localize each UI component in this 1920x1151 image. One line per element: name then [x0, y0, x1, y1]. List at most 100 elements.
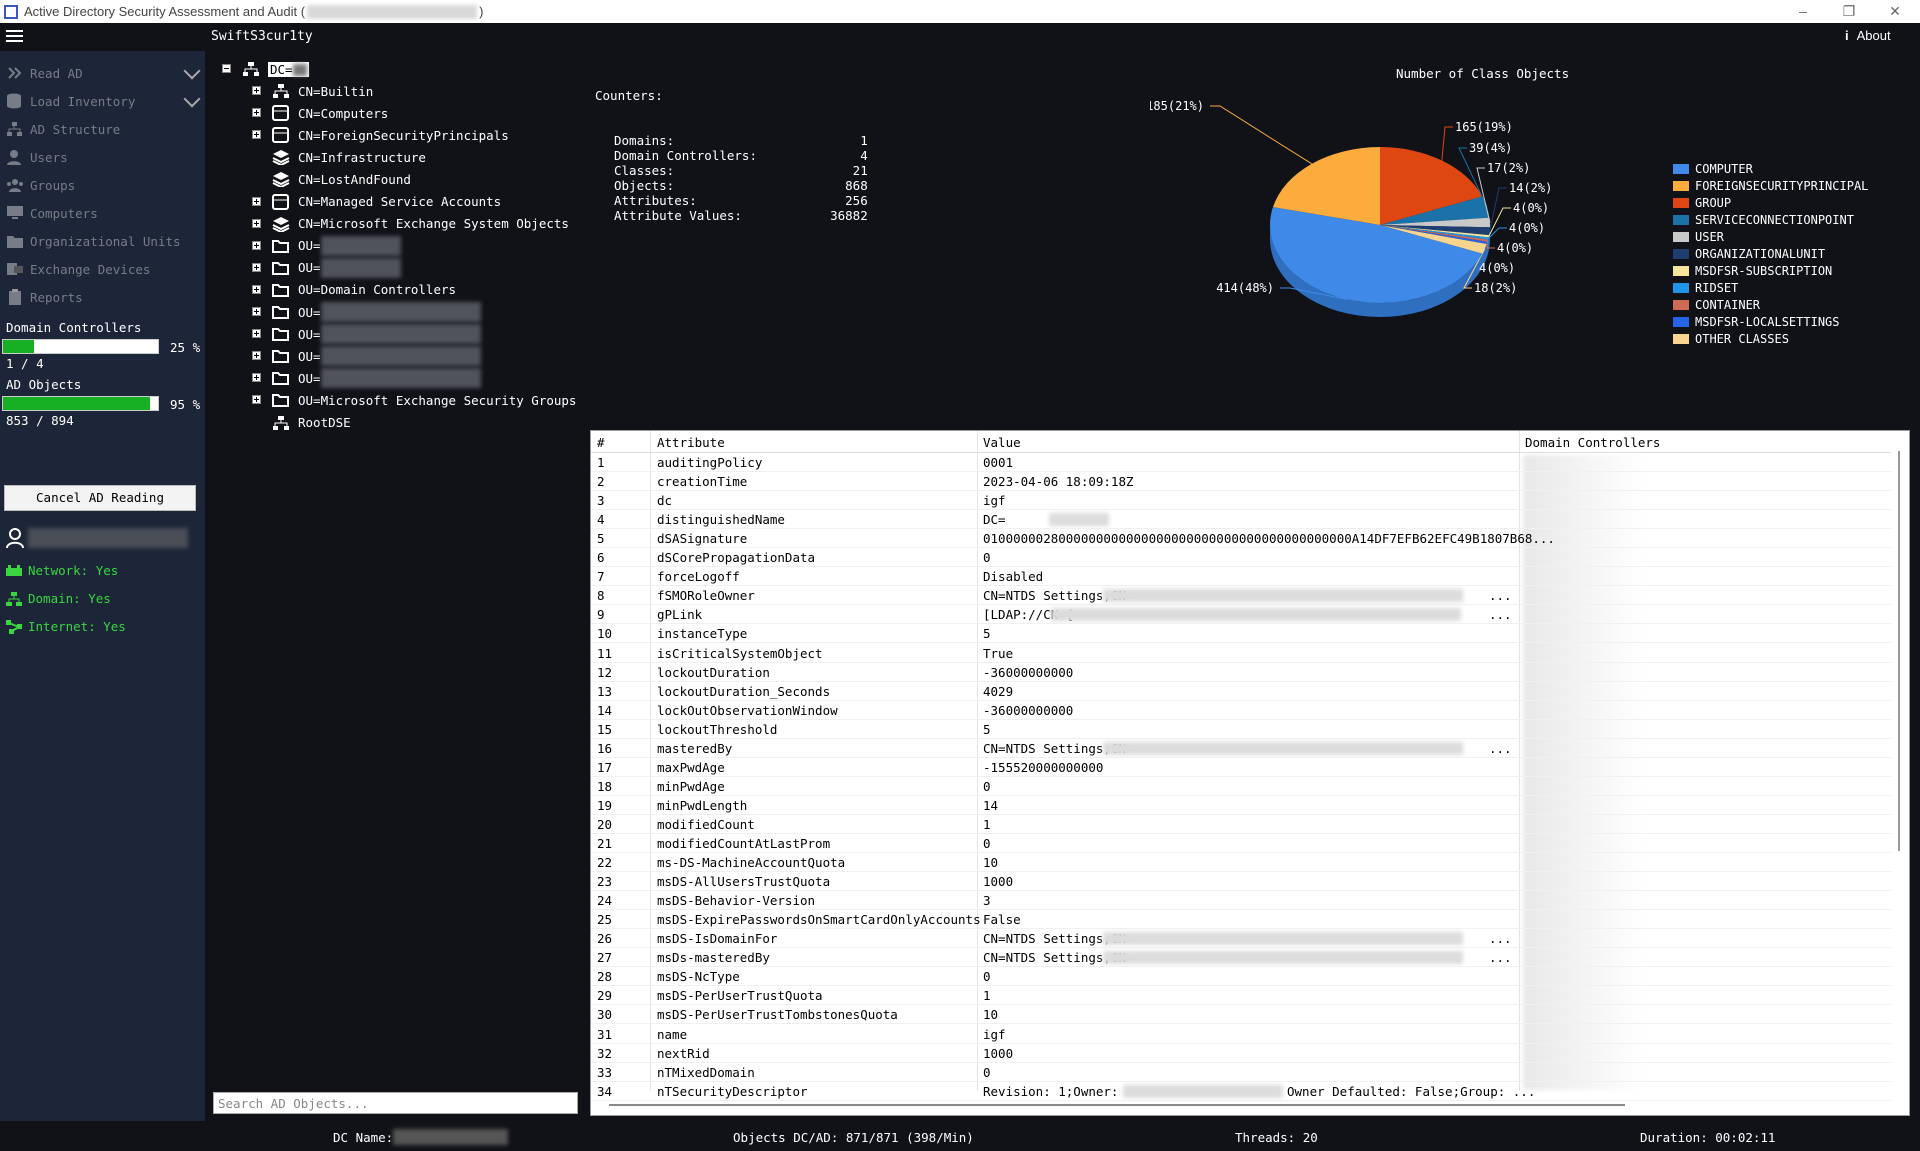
expand-toggle[interactable] [252, 108, 261, 118]
nav-groups[interactable]: Groups [6, 173, 75, 197]
tree-node[interactable]: OU= [252, 324, 481, 345]
table-row[interactable]: 21 modifiedCountAtLastProm 0 [591, 834, 1891, 853]
table-row[interactable]: 31 name igf [591, 1025, 1891, 1044]
expand-toggle[interactable] [252, 284, 261, 294]
table-row[interactable]: 22 ms-DS-MachineAccountQuota 10 [591, 853, 1891, 873]
nav-ad-structure[interactable]: AD Structure [6, 117, 120, 141]
expand-toggle[interactable] [252, 130, 261, 140]
chevron-down-icon[interactable] [183, 62, 201, 80]
table-row[interactable]: 25 msDS-ExpirePasswordsOnSmartCardOnlyAcc… [591, 910, 1891, 930]
nav-organizational-units[interactable]: Organizational Units [6, 229, 181, 253]
current-user [6, 527, 188, 549]
folder-icon [272, 348, 290, 364]
chevron-down-icon[interactable] [183, 90, 201, 108]
tree-node[interactable]: CN=Managed Service Accounts [252, 192, 501, 212]
grid-vertical-scrollbar[interactable] [1898, 451, 1900, 851]
table-row[interactable]: 7 forceLogoff Disabled [591, 567, 1891, 587]
hamburger-menu-icon[interactable] [6, 27, 23, 45]
table-row[interactable]: 8 fSMORoleOwner CN=NTDS Settings,CN=... [591, 586, 1891, 606]
expand-toggle[interactable] [252, 351, 261, 361]
table-row[interactable]: 5 dSASignature 010000002800000000000000000… [591, 529, 1891, 549]
table-row[interactable]: 32 nextRid 1000 [591, 1044, 1891, 1063]
table-row[interactable]: 27 msDs-masteredBy CN=NTDS Settings,CN=... [591, 948, 1891, 968]
table-row[interactable]: 28 msDS-NcType 0 [591, 967, 1891, 987]
tree-node[interactable]: CN=ForeignSecurityPrincipals [252, 125, 509, 145]
expand-toggle[interactable] [252, 307, 261, 316]
nav-label: Users [30, 149, 68, 165]
tree-node[interactable]: OU= [252, 368, 481, 389]
network-status: Network: Yes [6, 563, 118, 578]
expand-toggle[interactable] [252, 373, 261, 383]
tree-node[interactable]: OU=Microsoft Exchange Security Groups [252, 390, 576, 410]
grid-horizontal-scrollbar[interactable] [609, 1104, 1625, 1106]
table-row[interactable]: 3 dc igf [591, 491, 1891, 511]
col-header-value[interactable]: Value [983, 435, 1021, 450]
tree-node[interactable]: CN=Builtin [252, 81, 373, 101]
table-row[interactable]: 17 maxPwdAge -155520000000000 [591, 758, 1891, 777]
tree-node[interactable]: OU= [252, 346, 481, 367]
counter-label: Domain Controllers: [614, 148, 757, 163]
tree-node[interactable]: OU= [252, 257, 401, 278]
table-row[interactable]: 6 dSCorePropagationData 0 [591, 548, 1891, 568]
table-row[interactable]: 16 masteredBy CN=NTDS Settings,CN=... [591, 739, 1891, 758]
expand-toggle[interactable] [252, 196, 261, 206]
tree-node[interactable]: OU= [252, 302, 481, 322]
col-header-attribute[interactable]: Attribute [657, 435, 725, 450]
folder-icon [272, 282, 290, 298]
close-button[interactable]: ✕ [1872, 0, 1918, 23]
table-row[interactable]: 9 gPLink [LDAP://CN={... [591, 605, 1891, 625]
expand-toggle[interactable] [252, 329, 261, 339]
table-row[interactable]: 20 modifiedCount 1 [591, 815, 1891, 834]
search-ad-objects-input[interactable]: Search AD Objects... [213, 1092, 578, 1114]
table-row[interactable]: 34 nTSecurityDescriptor Revision: 1;Owner:… [591, 1082, 1891, 1101]
cell-ellipsis: ... [1489, 588, 1512, 604]
restore-button[interactable]: ❐ [1826, 0, 1872, 23]
table-row[interactable]: 15 lockoutThreshold 5 [591, 720, 1891, 739]
table-row[interactable]: 1 auditingPolicy 0001 [591, 453, 1891, 472]
table-row[interactable]: 18 minPwdAge 0 [591, 777, 1891, 796]
expand-toggle[interactable] [252, 262, 261, 272]
container-icon [272, 127, 290, 144]
expand-toggle[interactable] [252, 86, 261, 95]
table-row[interactable]: 19 minPwdLength 14 [591, 796, 1891, 815]
collapse-toggle[interactable] [222, 64, 231, 73]
tree-node[interactable]: OU= [252, 235, 401, 256]
nav-users[interactable]: Users [6, 145, 68, 169]
nav-computers[interactable]: Computers [6, 201, 98, 225]
nav-load-inventory[interactable]: Load Inventory [6, 89, 201, 113]
nav-reports[interactable]: Reports [6, 285, 83, 309]
table-row[interactable]: 30 msDS-PerUserTrustTombstonesQuota 10 [591, 1005, 1891, 1025]
table-row[interactable]: 33 nTMixedDomain 0 [591, 1063, 1891, 1082]
table-row[interactable]: 29 msDS-PerUserTrustQuota 1 [591, 986, 1891, 1006]
nav-read-ad[interactable]: Read AD [6, 61, 201, 85]
table-row[interactable]: 23 msDS-AllUsersTrustQuota 1000 [591, 872, 1891, 892]
table-row[interactable]: 4 distinguishedName DC= [591, 510, 1891, 530]
expand-toggle[interactable] [252, 218, 261, 228]
minimize-button[interactable]: – [1780, 0, 1826, 23]
table-row[interactable]: 24 msDS-Behavior-Version 3 [591, 891, 1891, 911]
table-row[interactable]: 26 msDS-IsDomainFor CN=NTDS Settings,CN=..… [591, 929, 1891, 949]
tree-root[interactable]: DC= [222, 59, 309, 79]
col-header-domain-controllers[interactable]: Domain Controllers [1525, 435, 1660, 450]
nav-exchange-devices[interactable]: Exchange Devices [6, 257, 150, 281]
cancel-ad-reading-button[interactable]: Cancel AD Reading [4, 485, 196, 511]
col-header-num[interactable]: # [597, 435, 605, 450]
expand-toggle[interactable] [252, 240, 261, 250]
table-row[interactable]: 2 creationTime 2023-04-06 18:09:18Z [591, 472, 1891, 492]
tree-node[interactable]: CN=LostAndFound [252, 169, 411, 189]
pie-data-label: 414(48%) [1216, 281, 1274, 295]
tree-node[interactable]: CN=Microsoft Exchange System Objects [252, 214, 569, 234]
cell-index: 7 [597, 569, 605, 585]
table-row[interactable]: 11 isCriticalSystemObject True [591, 644, 1891, 663]
tree-node[interactable]: CN=Infrastructure [252, 147, 426, 167]
table-row[interactable]: 13 lockoutDuration_Seconds 4029 [591, 682, 1891, 701]
tree-node[interactable]: OU=Domain Controllers [252, 280, 456, 300]
expand-toggle[interactable] [252, 395, 261, 405]
about-button[interactable]: i About [1845, 28, 1891, 43]
tree-node[interactable]: RootDSE [252, 413, 351, 433]
tree-node[interactable]: CN=Computers [252, 103, 388, 123]
tree-node-label: OU= [298, 370, 321, 386]
table-row[interactable]: 12 lockoutDuration -36000000000 [591, 663, 1891, 682]
table-row[interactable]: 14 lockOutObservationWindow -36000000000 [591, 701, 1891, 720]
table-row[interactable]: 10 instanceType 5 [591, 624, 1891, 644]
